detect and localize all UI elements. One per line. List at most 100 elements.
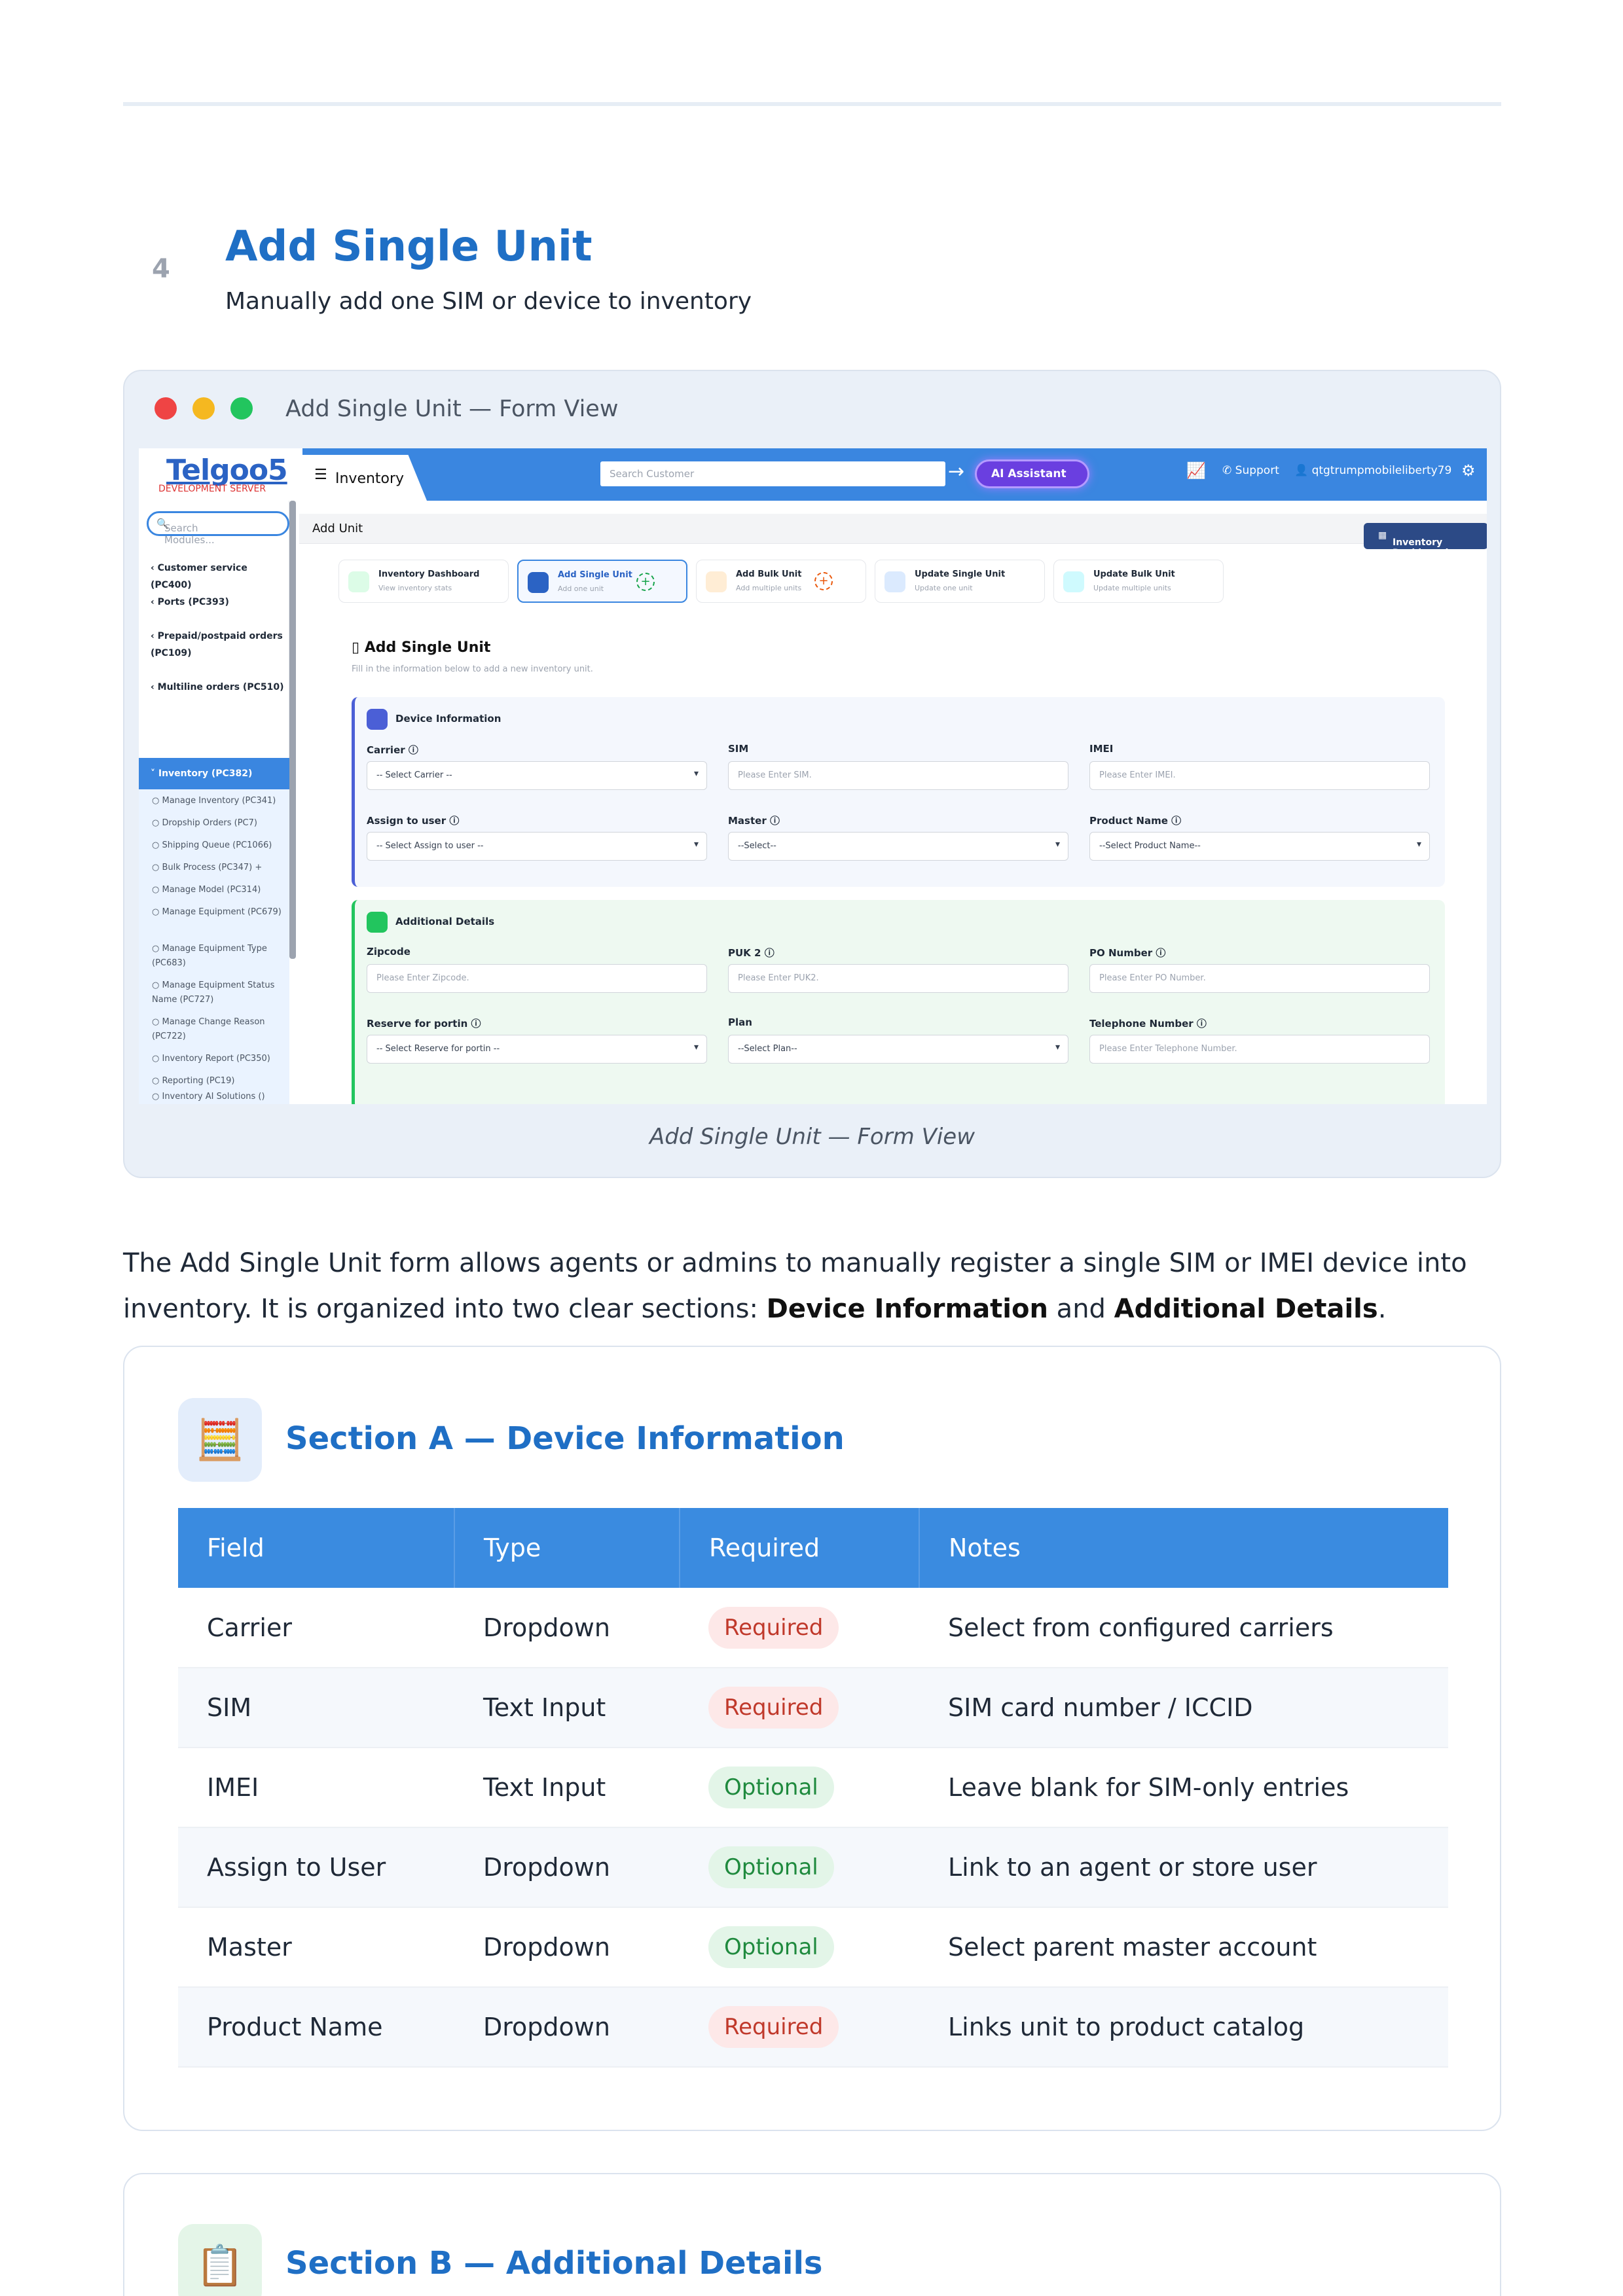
telephone-input[interactable]: Please Enter Telephone Number. <box>1089 1035 1430 1064</box>
cell-notes: Select parent master account <box>919 1907 1448 1988</box>
sidebar-subitem[interactable]: ○ Inventory Report (PC350) <box>152 1052 289 1066</box>
assign-user-select[interactable]: -- Select Assign to user -- ▾ <box>367 832 707 861</box>
support-link[interactable]: ✆ Support <box>1222 464 1279 477</box>
form-title: ▯ Add Single Unit <box>352 639 491 656</box>
paragraph-text: and <box>1048 1294 1114 1324</box>
window-titlebar: Add Single Unit — Form View <box>124 371 1500 448</box>
cell-type: Text Input <box>454 1668 680 1748</box>
sidebar-item-multiline[interactable]: ‹ Multiline orders (PC510) <box>151 679 288 696</box>
chevron-down-icon: ▾ <box>1055 1042 1060 1052</box>
chart-icon[interactable]: 📈 <box>1186 461 1206 480</box>
tab-inventory-dashboard[interactable]: Inventory Dashboard View inventory stats <box>338 560 509 603</box>
device-info-table: Field Type Required Notes Carrier Dropdo… <box>178 1508 1448 2068</box>
tab-update-bulk-unit[interactable]: Update Bulk Unit Update multiple units <box>1053 560 1224 603</box>
plan-select[interactable]: --Select Plan-- ▾ <box>728 1035 1068 1064</box>
arrow-right-icon[interactable]: → <box>948 460 964 483</box>
chevron-down-icon: ▾ <box>693 1042 699 1052</box>
sidebar-subitem[interactable]: ○ Manage Model (PC314) <box>152 883 289 897</box>
sidebar-subitem[interactable]: ○ Manage Equipment Status Name (PC727) <box>152 978 289 1007</box>
sim-input[interactable]: Please Enter SIM. <box>728 761 1068 790</box>
product-name-select[interactable]: --Select Product Name-- ▾ <box>1089 832 1430 861</box>
tab-add-bulk-unit[interactable]: Add Bulk Unit Add multiple units + <box>696 560 866 603</box>
table-row: Product Name Dropdown Required Links uni… <box>178 1987 1448 2068</box>
sidebar-subitem[interactable]: ○ Manage Equipment Type (PC683) <box>152 942 289 971</box>
sidebar-subitem[interactable]: ○ Manage Change Reason (PC722) <box>152 1015 289 1044</box>
sidebar-subitem[interactable]: ○ Shipping Queue (PC1066) <box>152 838 289 853</box>
cell-notes: Links unit to product catalog <box>919 1987 1448 2068</box>
section-b-title: Section B — Additional Details <box>285 2245 823 2282</box>
tab-title: Add Bulk Unit <box>736 569 802 579</box>
paragraph-bold: Device Information <box>766 1294 1048 1324</box>
inventory-dashboard-button[interactable]: ▦ Inventory Dashboard <box>1364 523 1487 558</box>
clipboard-icon: 📋 <box>178 2224 262 2296</box>
app-logo[interactable]: Telgoo5 <box>166 454 288 487</box>
gear-icon[interactable]: ⚙ <box>1461 461 1476 480</box>
window-title: Add Single Unit — Form View <box>285 396 619 422</box>
tab-title: Update Single Unit <box>915 569 1006 579</box>
module-search-input[interactable]: 🔍 Search Modules... <box>147 511 289 546</box>
sidebar-scrollbar[interactable] <box>289 501 296 959</box>
cell-required: Required <box>680 1588 919 1668</box>
field-label: Reserve for portin ⓘ <box>367 1018 481 1030</box>
customer-search-input[interactable]: Search Customer <box>600 461 945 486</box>
cell-required: Required <box>680 1987 919 2068</box>
cell-field: Assign to User <box>178 1827 454 1908</box>
field-label: SIM <box>728 743 749 755</box>
tab-add-single-unit[interactable]: Add Single Unit Add one unit + <box>517 560 687 603</box>
module-search-placeholder: 🔍 Search Modules... <box>156 518 215 546</box>
reserve-portin-select[interactable]: -- Select Reserve for portin -- ▾ <box>367 1035 707 1064</box>
sidebar-item-orders[interactable]: ‹ Prepaid/postpaid orders (PC109) <box>151 628 288 662</box>
close-dot-icon <box>155 397 177 420</box>
table-row: SIM Text Input Required SIM card number … <box>178 1668 1448 1748</box>
sidebar-item-ports[interactable]: ‹ Ports (PC393) <box>151 594 288 611</box>
sidebar-subitem[interactable]: ○ Inventory AI Solutions () <box>152 1090 289 1104</box>
sidebar-subitem[interactable]: ○ Manage Inventory (PC341) <box>152 794 289 808</box>
step-subtitle: Manually add one SIM or device to invent… <box>225 288 752 315</box>
customer-search-placeholder: Search Customer <box>610 468 695 480</box>
required-badge: Required <box>708 1606 839 1649</box>
top-divider <box>123 102 1501 106</box>
tab-title: Update Bulk Unit <box>1093 569 1175 579</box>
cell-required: Optional <box>680 1827 919 1908</box>
device-information-panel: Device Information Carrier ⓘ -- Select C… <box>352 697 1445 887</box>
field-label: IMEI <box>1089 743 1114 755</box>
sidebar-subitem[interactable]: ○ Reporting (PC19) <box>152 1074 289 1088</box>
hamburger-icon[interactable]: ☰ <box>314 467 327 483</box>
calculator-icon: 🧮 <box>178 1398 262 1482</box>
cell-field: Master <box>178 1907 454 1988</box>
sidebar-item-customer-service[interactable]: ‹ Customer service (PC400) <box>151 560 288 594</box>
cell-notes: Select from configured carriers <box>919 1588 1448 1668</box>
imei-input[interactable]: Please Enter IMEI. <box>1089 761 1430 790</box>
app-header: Telgoo5 DEVELOPMENT SERVER ☰ Inventory S… <box>139 448 1487 501</box>
main-content: Add Unit ▦ Inventory Dashboard Inventory… <box>299 501 1487 1104</box>
column-header: Required <box>680 1508 920 1588</box>
add-icon: + <box>814 572 833 590</box>
sidebar-subitem[interactable]: ○ Manage Equipment (PC679) <box>152 905 289 920</box>
user-menu[interactable]: 👤 qtgtrumpmobileliberty79 <box>1294 464 1451 477</box>
carrier-select[interactable]: -- Select Carrier -- ▾ <box>367 761 707 790</box>
sidebar-item-inventory[interactable]: ˅ Inventory (PC382) <box>151 765 288 782</box>
sidebar-subitem[interactable]: ○ Bulk Process (PC347) + <box>152 861 289 875</box>
optional-badge: Optional <box>708 1926 834 1968</box>
optional-badge: Optional <box>708 1767 834 1808</box>
field-label: Plan <box>728 1016 752 1028</box>
menu-tab[interactable]: ☰ Inventory <box>302 455 427 501</box>
puk2-input[interactable]: Please Enter PUK2. <box>728 964 1068 993</box>
tab-title: Add Single Unit <box>558 570 632 580</box>
master-select[interactable]: --Select-- ▾ <box>728 832 1068 861</box>
ai-assistant-button[interactable]: AI Assistant <box>975 459 1089 488</box>
screenshot-window: Add Single Unit — Form View Telgoo5 DEVE… <box>123 370 1501 1178</box>
maximize-dot-icon <box>230 397 253 420</box>
field-label: PO Number ⓘ <box>1089 947 1166 959</box>
step-title: Add Single Unit <box>225 223 593 271</box>
tab-update-single-unit[interactable]: Update Single Unit Update one unit <box>875 560 1045 603</box>
cell-required: Optional <box>680 1748 919 1828</box>
zipcode-input[interactable]: Please Enter Zipcode. <box>367 964 707 993</box>
section-a-title: Section A — Device Information <box>285 1420 845 1457</box>
sidebar-subitem[interactable]: ○ Dropship Orders (PC7) <box>152 816 289 831</box>
dashboard-icon <box>348 571 369 592</box>
chevron-down-icon: ▾ <box>693 768 699 779</box>
optional-badge: Optional <box>708 1846 834 1888</box>
po-number-input[interactable]: Please Enter PO Number. <box>1089 964 1430 993</box>
column-header: Field <box>178 1508 455 1588</box>
